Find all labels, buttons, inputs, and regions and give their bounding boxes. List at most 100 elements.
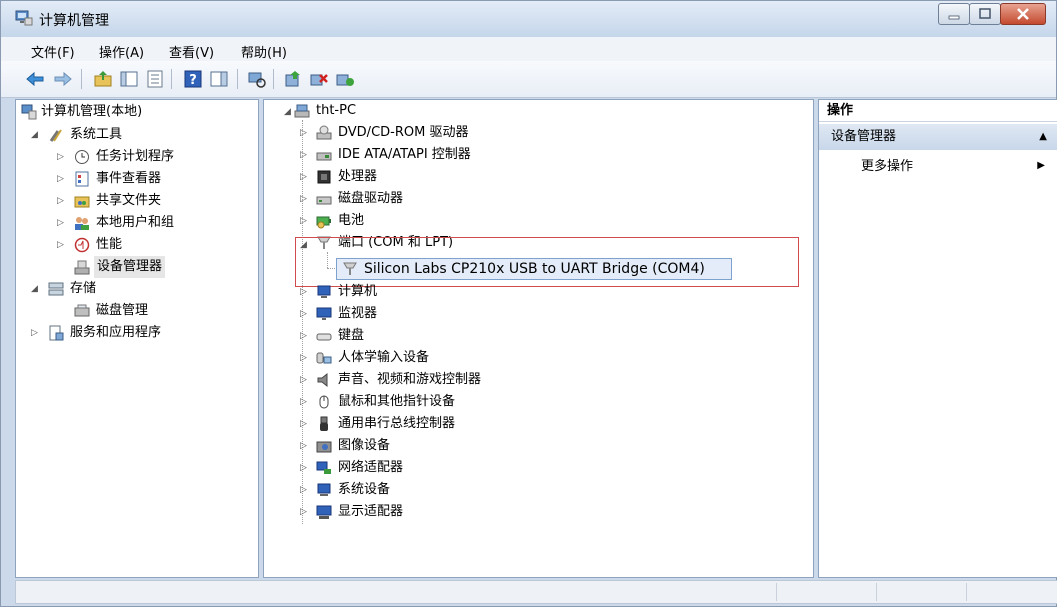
- tree-item-system-tools[interactable]: 系统工具: [70, 124, 122, 146]
- collapse-arrow-icon[interactable]: ◢: [284, 107, 291, 117]
- expand-arrow-icon[interactable]: ▷: [300, 150, 307, 160]
- expand-arrow-icon[interactable]: ▷: [300, 128, 307, 138]
- expand-arrow-icon[interactable]: ▷: [300, 216, 307, 226]
- expand-arrow-icon[interactable]: ▷: [57, 218, 64, 228]
- close-button[interactable]: [1000, 3, 1046, 25]
- camera-icon: [316, 441, 332, 453]
- device-category-ide-controllers[interactable]: IDE ATA/ATAPI 控制器: [338, 144, 471, 166]
- tree-item-event-viewer[interactable]: 事件查看器: [96, 168, 161, 190]
- device-manager-icon: [74, 260, 90, 275]
- device-category-monitors[interactable]: 监视器: [338, 303, 377, 325]
- device-category-keyboards[interactable]: 键盘: [338, 325, 364, 347]
- performance-icon: [74, 237, 90, 253]
- computer-icon: [317, 285, 331, 298]
- enable-device-icon[interactable]: [335, 69, 355, 89]
- title-bar: 计算机管理: [1, 1, 1056, 37]
- tree-item-performance[interactable]: 性能: [96, 234, 122, 256]
- forward-arrow-icon[interactable]: [53, 69, 73, 89]
- device-category-sound[interactable]: 声音、视频和游戏控制器: [338, 369, 481, 391]
- device-category-disk-drives[interactable]: 磁盘驱动器: [338, 188, 403, 210]
- expand-arrow-icon[interactable]: ▷: [300, 375, 307, 385]
- maximize-button[interactable]: [969, 3, 1001, 25]
- expand-arrow-icon[interactable]: ▷: [300, 441, 307, 451]
- hid-icon: [316, 352, 332, 364]
- battery-icon: [316, 216, 331, 229]
- device-category-hid[interactable]: 人体学输入设备: [338, 347, 429, 369]
- device-category-usb-controllers[interactable]: 通用串行总线控制器: [338, 413, 455, 435]
- uninstall-device-icon[interactable]: [309, 69, 329, 89]
- expand-arrow-icon[interactable]: ▷: [300, 485, 307, 495]
- back-arrow-icon[interactable]: [25, 69, 45, 89]
- shared-folder-icon: [74, 196, 90, 208]
- window-controls: [938, 3, 1046, 25]
- actions-header: 操作: [819, 100, 1057, 122]
- device-category-display-adapters[interactable]: 显示适配器: [338, 501, 403, 523]
- tree-root-computer-management[interactable]: 计算机管理(本地): [41, 101, 142, 123]
- expand-arrow-icon[interactable]: ▷: [57, 152, 64, 162]
- tree-item-local-users-groups[interactable]: 本地用户和组: [96, 212, 174, 234]
- expand-arrow-icon[interactable]: ▷: [300, 353, 307, 363]
- storage-icon: [48, 282, 64, 296]
- actions-section-device-manager[interactable]: 设备管理器 ▲: [819, 124, 1057, 150]
- device-category-network-adapters[interactable]: 网络适配器: [338, 457, 403, 479]
- expand-arrow-icon[interactable]: ▷: [300, 309, 307, 319]
- expand-arrow-icon[interactable]: ▷: [300, 397, 307, 407]
- collapse-arrow-icon[interactable]: ◢: [31, 130, 38, 140]
- menu-action[interactable]: 操作(A): [99, 42, 144, 61]
- network-adapter-icon: [316, 461, 331, 474]
- device-category-imaging[interactable]: 图像设备: [338, 435, 390, 457]
- expand-arrow-icon[interactable]: ▷: [300, 287, 307, 297]
- update-driver-icon[interactable]: [283, 69, 303, 89]
- system-device-icon: [317, 483, 331, 496]
- collapse-arrow-icon[interactable]: ◢: [31, 284, 38, 294]
- expand-arrow-icon[interactable]: ▷: [300, 419, 307, 429]
- expand-arrow-icon[interactable]: ▷: [300, 463, 307, 473]
- tree-item-device-manager[interactable]: 设备管理器: [94, 256, 166, 278]
- scan-hardware-icon[interactable]: [247, 69, 267, 89]
- expand-arrow-icon[interactable]: ▷: [300, 172, 307, 182]
- menu-file[interactable]: 文件(F): [31, 42, 75, 61]
- actions-pane: 操作 设备管理器 ▲ 更多操作 ▶: [818, 99, 1057, 578]
- tree-item-shared-folders[interactable]: 共享文件夹: [96, 190, 161, 212]
- minimize-button[interactable]: [938, 3, 970, 25]
- help-icon[interactable]: ?: [183, 69, 203, 89]
- up-folder-icon[interactable]: [93, 69, 113, 89]
- show-action-pane-icon[interactable]: [209, 69, 229, 89]
- usb-icon: [320, 416, 328, 431]
- show-hide-tree-icon[interactable]: [119, 69, 139, 89]
- window-title: 计算机管理: [39, 13, 109, 29]
- device-category-computer[interactable]: 计算机: [338, 281, 377, 303]
- submenu-arrow-icon[interactable]: ▶: [1037, 160, 1045, 171]
- device-tree-root[interactable]: tht-PC: [316, 100, 356, 122]
- expand-arrow-icon[interactable]: ▷: [300, 194, 307, 204]
- menu-help[interactable]: 帮助(H): [241, 42, 287, 61]
- device-category-mice[interactable]: 鼠标和其他指针设备: [338, 391, 455, 413]
- tree-item-disk-management[interactable]: 磁盘管理: [96, 300, 148, 322]
- device-category-processors[interactable]: 处理器: [338, 166, 377, 188]
- collapse-triangle-icon[interactable]: ▲: [1039, 124, 1047, 150]
- expand-arrow-icon[interactable]: ▷: [31, 328, 38, 338]
- tree-item-task-scheduler[interactable]: 任务计划程序: [96, 146, 174, 168]
- computer-management-icon: [15, 10, 33, 26]
- expand-arrow-icon[interactable]: ▷: [300, 331, 307, 341]
- device-category-dvd-drives[interactable]: DVD/CD-ROM 驱动器: [338, 122, 468, 144]
- device-category-batteries[interactable]: 电池: [338, 210, 364, 232]
- expand-arrow-icon[interactable]: ▷: [57, 174, 64, 184]
- more-actions-link[interactable]: 更多操作: [861, 156, 913, 178]
- processor-icon: [317, 170, 331, 184]
- expand-arrow-icon[interactable]: ▷: [57, 196, 64, 206]
- properties-icon[interactable]: [145, 69, 165, 89]
- status-bar: [15, 580, 1057, 604]
- toolbar-divider: [171, 69, 172, 89]
- disk-management-icon: [74, 304, 90, 317]
- computer-management-icon: [21, 104, 37, 120]
- tree-item-storage[interactable]: 存储: [70, 278, 96, 300]
- expand-arrow-icon[interactable]: ▷: [57, 240, 64, 250]
- menu-view[interactable]: 查看(V): [169, 42, 214, 61]
- minimize-icon: [948, 15, 960, 20]
- toolbar-divider: [237, 69, 238, 89]
- device-category-system-devices[interactable]: 系统设备: [338, 479, 390, 501]
- services-icon: [49, 325, 64, 341]
- tree-item-services-applications[interactable]: 服务和应用程序: [70, 322, 161, 344]
- expand-arrow-icon[interactable]: ▷: [300, 507, 307, 517]
